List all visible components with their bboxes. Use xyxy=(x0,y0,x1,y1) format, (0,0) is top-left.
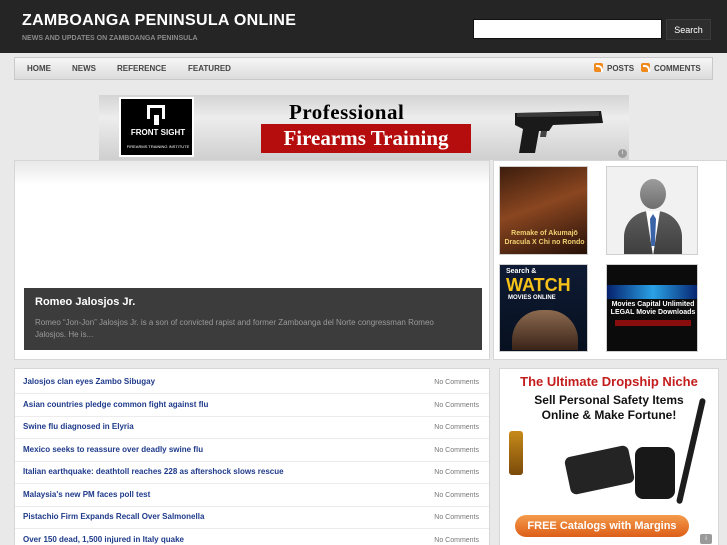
nav-item-reference[interactable]: REFERENCE xyxy=(117,58,166,79)
featured-slider: Romeo Jalosjos Jr. Romeo “Jon-Jon” Jalos… xyxy=(14,160,490,360)
post-comments-link[interactable]: No Comments xyxy=(434,447,479,454)
list-item: Malaysia's new PM faces poll test No Com… xyxy=(15,485,489,507)
front-sight-logo: FRONT SIGHT FIREARMS TRAINING INSTITUTE xyxy=(119,97,194,157)
avatar-head-icon xyxy=(640,179,666,209)
site-header: ZAMBOANGA PENINSULA ONLINE NEWS AND UPDA… xyxy=(0,0,727,53)
post-comments-link[interactable]: No Comments xyxy=(434,402,479,409)
post-comments-link[interactable]: No Comments xyxy=(434,537,479,544)
pistol-image xyxy=(515,111,603,153)
featured-caption[interactable]: Romeo Jalosjos Jr. Romeo “Jon-Jon” Jalos… xyxy=(24,288,482,350)
post-title-link[interactable]: Pistachio Firm Expands Recall Over Salmo… xyxy=(23,512,204,521)
stun-gun-image xyxy=(563,444,636,496)
search-button[interactable]: Search xyxy=(666,19,711,40)
post-title-link[interactable]: Swine flu diagnosed in Elyria xyxy=(23,422,134,431)
nav-item-news[interactable]: NEWS xyxy=(72,58,96,79)
dropship-headline: The Ultimate Dropship Niche xyxy=(520,374,698,389)
nav-item-featured[interactable]: FEATURED xyxy=(188,58,231,79)
list-item: Mexico seeks to reassure over deadly swi… xyxy=(15,440,489,462)
dropship-subline: Sell Personal Safety Items Online & Make… xyxy=(500,393,718,423)
post-comments-link[interactable]: No Comments xyxy=(434,514,479,521)
banner-subline: Firearms Training xyxy=(283,126,449,150)
list-item: Swine flu diagnosed in Elyria No Comment… xyxy=(15,417,489,439)
thumb-watch-big: WATCH xyxy=(506,275,571,295)
dropship-subline-1: Sell Personal Safety Items xyxy=(534,393,684,407)
ad-choices-icon[interactable]: i xyxy=(700,534,712,544)
post-title-link[interactable]: Malaysia's new PM faces poll test xyxy=(23,490,150,499)
logo-name: FRONT SIGHT xyxy=(130,128,186,137)
posts-feed-link[interactable]: POSTS xyxy=(594,63,634,75)
featured-excerpt: Romeo “Jon-Jon” Jalosjos Jr. is a son of… xyxy=(35,318,434,339)
post-title-link[interactable]: Jalosjos clan eyes Zambo Sibugay xyxy=(23,377,155,386)
comments-feed-link[interactable]: COMMENTS xyxy=(641,63,701,75)
thumb-watch-top: Search & xyxy=(506,268,537,275)
post-title-link[interactable]: Italian earthquake: deathtoll reaches 22… xyxy=(23,467,284,476)
thumb-watch-people xyxy=(512,310,578,350)
logo-subtitle: FIREARMS TRAINING INSTITUTE xyxy=(126,144,190,149)
site-title[interactable]: ZAMBOANGA PENINSULA ONLINE xyxy=(22,12,296,30)
post-comments-link[interactable]: No Comments xyxy=(434,379,479,386)
list-item: Pistachio Firm Expands Recall Over Salmo… xyxy=(15,507,489,529)
post-list: Jalosjos clan eyes Zambo Sibugay No Comm… xyxy=(14,368,490,545)
slider-top-shade xyxy=(15,161,489,185)
post-comments-link[interactable]: No Comments xyxy=(434,424,479,431)
thumb-movies-strip xyxy=(615,320,691,326)
thumb-dracula-text: Remake of Akumajō Dracula X Chi no Rondo xyxy=(504,230,585,246)
list-item: Asian countries pledge common fight agai… xyxy=(15,395,489,417)
thumb-watch-small: MOVIES ONLINE xyxy=(508,295,556,301)
pepper-spray-image xyxy=(509,431,523,475)
rss-icon xyxy=(641,63,650,72)
post-title-link[interactable]: Asian countries pledge common fight agai… xyxy=(23,400,208,409)
site-tagline: NEWS AND UPDATES ON ZAMBOANGA PENINSULA xyxy=(22,35,198,42)
post-title-link[interactable]: Over 150 dead, 1,500 injured in Italy qu… xyxy=(23,535,184,544)
banner-headline: Professional xyxy=(289,100,405,124)
comments-feed-label: COMMENTS xyxy=(654,64,701,73)
banner-ad[interactable]: FRONT SIGHT FIREARMS TRAINING INSTITUTE … xyxy=(99,95,629,160)
post-comments-link[interactable]: No Comments xyxy=(434,469,479,476)
featured-title[interactable]: Romeo Jalosjos Jr. xyxy=(35,296,135,308)
list-item: Italian earthquake: deathtoll reaches 22… xyxy=(15,462,489,484)
logo-post-shape xyxy=(154,115,159,125)
thumb-watch-movies[interactable]: Search & WATCH MOVIES ONLINE xyxy=(499,264,588,352)
posts-feed-label: POSTS xyxy=(607,64,635,73)
nav-item-home[interactable]: HOME xyxy=(27,58,51,79)
list-item: Jalosjos clan eyes Zambo Sibugay No Comm… xyxy=(15,372,489,394)
post-title-link[interactable]: Mexico seeks to reassure over deadly swi… xyxy=(23,445,203,454)
dropship-ad[interactable]: The Ultimate Dropship Niche Sell Persona… xyxy=(499,368,719,545)
main-nav: HOME NEWS REFERENCE FEATURED POSTS COMME… xyxy=(14,57,713,80)
thumbnail-ads: Remake of Akumajō Dracula X Chi no Rondo… xyxy=(493,160,727,360)
rss-icon xyxy=(594,63,603,72)
stun-gun-image-2 xyxy=(635,447,675,499)
list-item: Over 150 dead, 1,500 injured in Italy qu… xyxy=(15,530,489,545)
thumb-movies-bar xyxy=(607,285,697,299)
search-input[interactable] xyxy=(473,19,662,39)
post-comments-link[interactable]: No Comments xyxy=(434,492,479,499)
banner-subline-box: Firearms Training xyxy=(261,124,471,153)
thumb-dracula[interactable]: Remake of Akumajō Dracula X Chi no Rondo xyxy=(499,166,588,255)
free-catalogs-button[interactable]: FREE Catalogs with Margins xyxy=(515,515,689,537)
dropship-subline-2: Online & Make Fortune! xyxy=(541,408,677,422)
thumb-movies-text: Movies Capital Unlimited LEGAL Movie Dow… xyxy=(610,301,696,316)
thumb-avatar[interactable] xyxy=(606,166,698,255)
ad-info-icon[interactable]: i xyxy=(618,149,627,158)
thumb-movies-capital[interactable]: Movies Capital Unlimited LEGAL Movie Dow… xyxy=(606,264,698,352)
